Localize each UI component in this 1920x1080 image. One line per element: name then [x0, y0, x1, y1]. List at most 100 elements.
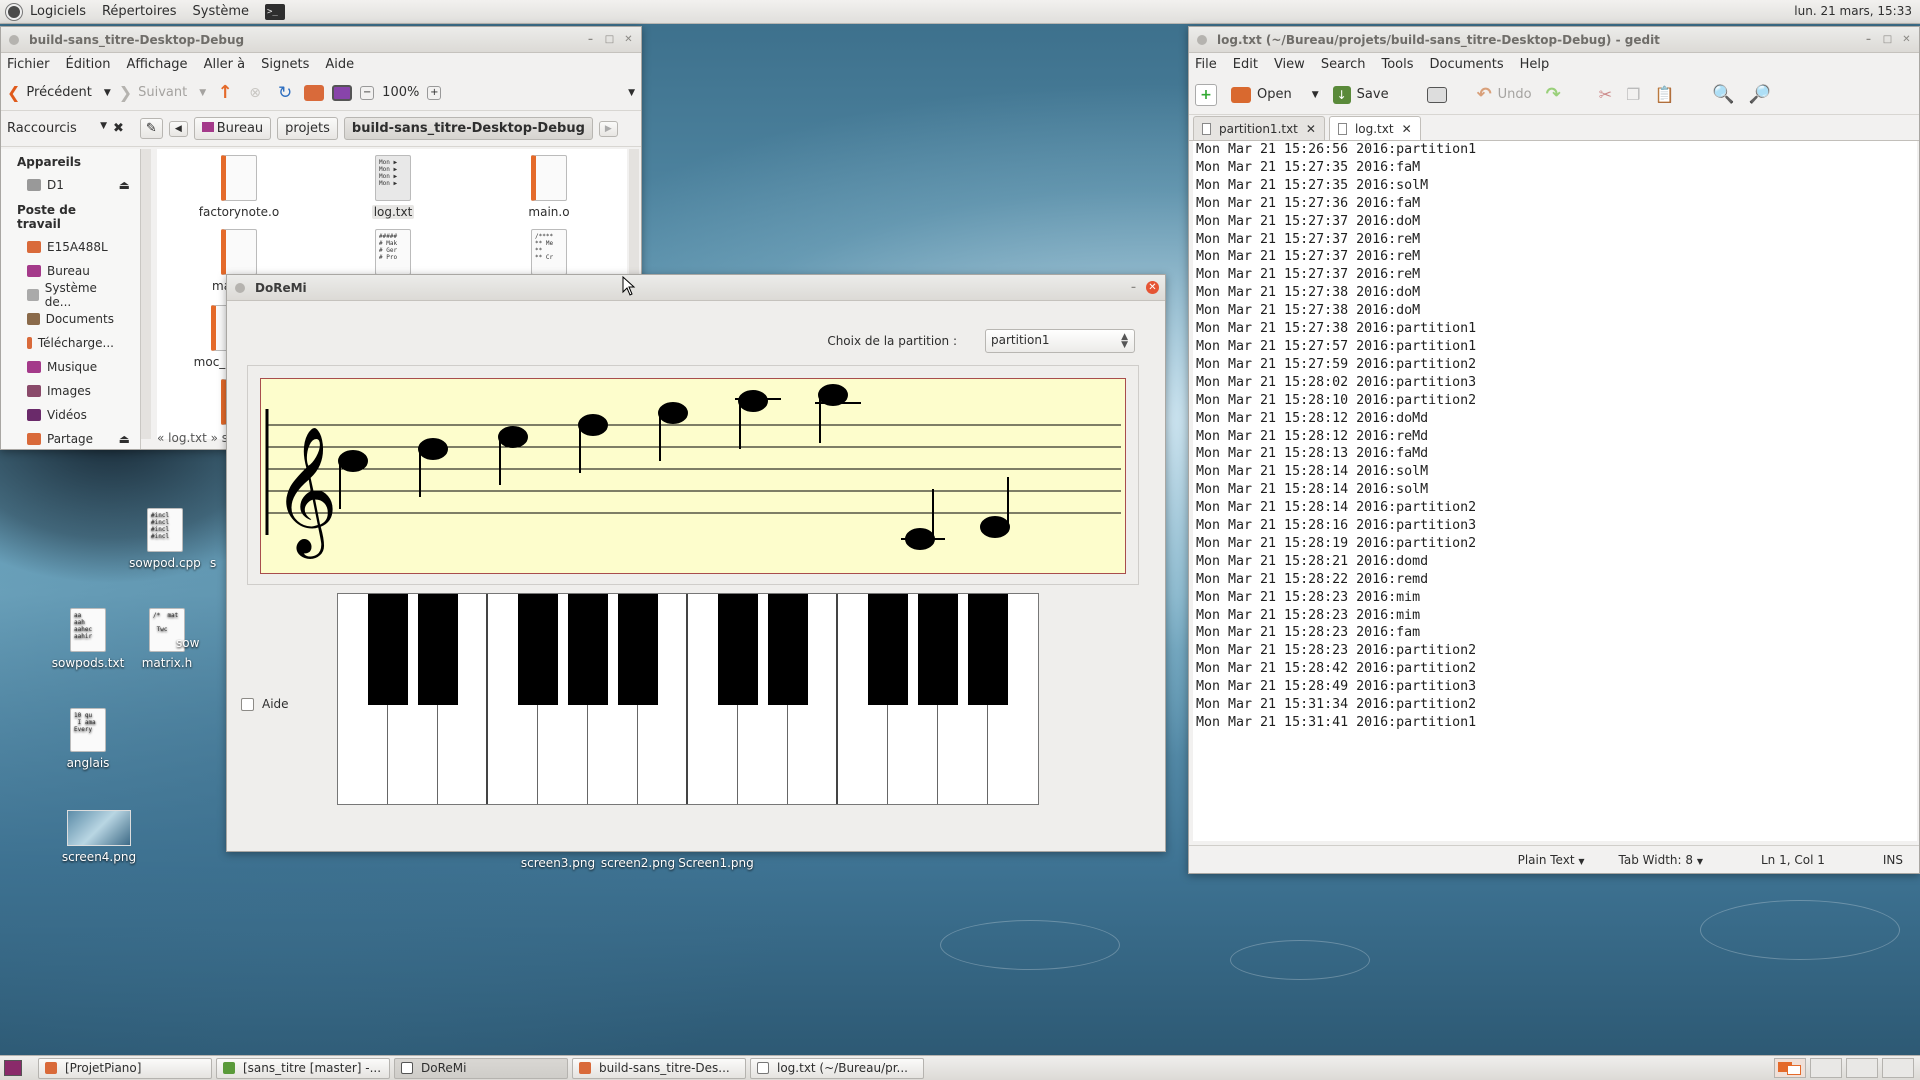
gedit-titlebar[interactable]: log.txt (~/Bureau/projets/build-sans_tit…: [1189, 27, 1919, 53]
editor-line[interactable]: Mon Mar 21 15:28:14 2016:solM: [1196, 481, 1917, 499]
editor-line[interactable]: Mon Mar 21 15:27:38 2016:doM: [1196, 284, 1917, 302]
menu-fichier[interactable]: Fichier: [7, 57, 50, 72]
sidebar-item-images[interactable]: Images: [1, 379, 140, 403]
black-key[interactable]: [568, 594, 608, 705]
print-icon[interactable]: [1426, 86, 1447, 103]
stop-icon[interactable]: ⊗: [244, 82, 266, 104]
menu-documents[interactable]: Documents: [1430, 57, 1504, 72]
editor-line[interactable]: Mon Mar 21 15:27:35 2016:solM: [1196, 177, 1917, 195]
zoom-out-icon[interactable]: −: [360, 85, 375, 100]
editor-line[interactable]: Mon Mar 21 15:28:12 2016:doMd: [1196, 410, 1917, 428]
window-menu-icon[interactable]: [235, 282, 245, 293]
close-icon[interactable]: ✕: [1900, 33, 1913, 46]
computer-icon[interactable]: [332, 84, 353, 101]
sidebar-item-systeme[interactable]: Système de...: [1, 281, 140, 309]
editor-line[interactable]: Mon Mar 21 15:27:37 2016:reM: [1196, 248, 1917, 266]
editor-line[interactable]: Mon Mar 21 15:28:14 2016:solM: [1196, 463, 1917, 481]
partition-select[interactable]: partition1 ▲ ▼: [985, 329, 1135, 353]
undo-button[interactable]: ↶ Undo: [1477, 84, 1532, 105]
black-key[interactable]: [418, 594, 458, 705]
taskbar-item-projetpiano[interactable]: [ProjetPiano]: [38, 1057, 212, 1079]
editor-line[interactable]: Mon Mar 21 15:28:42 2016:partition2: [1196, 660, 1917, 678]
forward-button[interactable]: ❯ Suivant ▼: [119, 83, 206, 102]
window-menu-icon[interactable]: [1197, 34, 1207, 45]
chevron-down-icon[interactable]: ▼: [1312, 90, 1319, 100]
eject-icon[interactable]: ⏏: [119, 178, 130, 192]
chevron-down-icon[interactable]: ▼: [199, 88, 206, 98]
editor-line[interactable]: Mon Mar 21 15:27:37 2016:reM: [1196, 231, 1917, 249]
file-makefile[interactable]: ##### # Mak # Ger # Pro: [343, 229, 443, 279]
editor-line[interactable]: Mon Mar 21 15:27:57 2016:partition1: [1196, 338, 1917, 356]
editor-line[interactable]: Mon Mar 21 15:27:59 2016:partition2: [1196, 356, 1917, 374]
maximize-icon[interactable]: □: [603, 33, 616, 46]
editor-line[interactable]: Mon Mar 21 15:28:10 2016:partition2: [1196, 392, 1917, 410]
paste-icon[interactable]: 📋: [1654, 85, 1674, 104]
desktop-icon-screen1-png[interactable]: Screen1.png: [674, 856, 758, 870]
workspace-3[interactable]: [1846, 1058, 1878, 1078]
menu-edit[interactable]: Edit: [1233, 57, 1258, 72]
menu-systeme[interactable]: Système: [193, 4, 249, 19]
edit-location-icon[interactable]: ✎: [139, 118, 163, 139]
close-icon[interactable]: ✕: [1146, 281, 1159, 294]
desktop-icon-screen2-png[interactable]: screen2.png: [596, 856, 680, 870]
desktop-icon-screen4-png[interactable]: screen4.png: [54, 810, 144, 864]
sidebar-item-documents[interactable]: Documents: [1, 307, 140, 331]
doremi-titlebar[interactable]: DoReMi – ✕: [227, 275, 1165, 301]
editor-line[interactable]: Mon Mar 21 15:27:38 2016:partition1: [1196, 320, 1917, 338]
redo-icon[interactable]: ↷: [1546, 84, 1561, 105]
minimize-icon[interactable]: –: [584, 33, 597, 46]
editor-line[interactable]: Mon Mar 21 15:27:35 2016:faM: [1196, 159, 1917, 177]
window-menu-icon[interactable]: [9, 34, 19, 45]
editor-line[interactable]: Mon Mar 21 15:28:12 2016:reMd: [1196, 428, 1917, 446]
menu-help[interactable]: Help: [1520, 57, 1550, 72]
chevron-down-icon[interactable]: ▼: [104, 88, 111, 98]
file-factorynote-o[interactable]: factorynote.o: [189, 155, 289, 219]
find-icon[interactable]: 🔍: [1712, 84, 1734, 105]
editor-line[interactable]: Mon Mar 21 15:28:21 2016:domd: [1196, 553, 1917, 571]
show-desktop-icon[interactable]: [4, 1060, 22, 1076]
shortcuts-dropdown[interactable]: Raccourcis ▼: [7, 121, 107, 136]
menu-aller-a[interactable]: Aller à: [204, 57, 246, 72]
menu-file[interactable]: File: [1195, 57, 1217, 72]
menu-edition[interactable]: Édition: [66, 57, 111, 72]
editor-line[interactable]: Mon Mar 21 15:28:19 2016:partition2: [1196, 535, 1917, 553]
menu-signets[interactable]: Signets: [261, 57, 309, 72]
eject-icon[interactable]: ⏏: [119, 432, 130, 446]
back-button[interactable]: ❮ Précédent ▼: [7, 83, 111, 102]
ubuntu-logo-icon[interactable]: [6, 3, 22, 20]
workspace-1[interactable]: [1774, 1058, 1806, 1078]
editor-line[interactable]: Mon Mar 21 15:31:34 2016:partition2: [1196, 696, 1917, 714]
menu-repertoires[interactable]: Répertoires: [102, 4, 177, 19]
taskbar-item-sans-titre[interactable]: [sans_titre [master] -...: [216, 1057, 390, 1079]
file-manager-titlebar[interactable]: build-sans_titre-Desktop-Debug – □ ✕: [1, 27, 641, 53]
workspace-4[interactable]: [1882, 1058, 1914, 1078]
cut-icon[interactable]: ✂: [1599, 85, 1612, 104]
sidebar-item-musique[interactable]: Musique: [1, 355, 140, 379]
aide-checkbox-row[interactable]: Aide: [241, 697, 289, 711]
editor-line[interactable]: Mon Mar 21 15:26:56 2016:partition1: [1196, 141, 1917, 159]
black-key[interactable]: [918, 594, 958, 705]
breadcrumb-bureau[interactable]: Bureau: [193, 117, 272, 140]
editor-line[interactable]: Mon Mar 21 15:28:23 2016:mim: [1196, 589, 1917, 607]
desktop-icon-sow[interactable]: sow: [176, 636, 216, 650]
close-icon[interactable]: ✕: [622, 33, 635, 46]
black-key[interactable]: [968, 594, 1008, 705]
editor-line[interactable]: Mon Mar 21 15:28:23 2016:partition2: [1196, 642, 1917, 660]
taskbar-item-log-txt[interactable]: log.txt (~/Bureau/pr...: [750, 1057, 924, 1079]
editor-line[interactable]: Mon Mar 21 15:28:22 2016:remd: [1196, 571, 1917, 589]
desktop-icon-anglais[interactable]: 10 qu I ama Every anglais: [43, 708, 133, 770]
sidebar-item-telechargements[interactable]: Télécharge...: [1, 331, 140, 355]
menu-affichage[interactable]: Affichage: [126, 57, 187, 72]
black-key[interactable]: [768, 594, 808, 705]
black-key[interactable]: [618, 594, 658, 705]
editor-line[interactable]: Mon Mar 21 15:27:36 2016:faM: [1196, 195, 1917, 213]
language-selector[interactable]: Plain Text ▼: [1518, 853, 1585, 867]
menu-view[interactable]: View: [1274, 57, 1305, 72]
terminal-launcher-icon[interactable]: >_: [265, 3, 286, 20]
new-document-icon[interactable]: +: [1195, 83, 1217, 106]
close-tab-icon[interactable]: ✕: [1402, 122, 1412, 136]
editor-line[interactable]: Mon Mar 21 15:28:13 2016:faMd: [1196, 445, 1917, 463]
toolbar-overflow-icon[interactable]: ▼: [628, 88, 635, 98]
aide-checkbox[interactable]: [241, 697, 254, 711]
home-folder-icon[interactable]: [304, 84, 325, 101]
